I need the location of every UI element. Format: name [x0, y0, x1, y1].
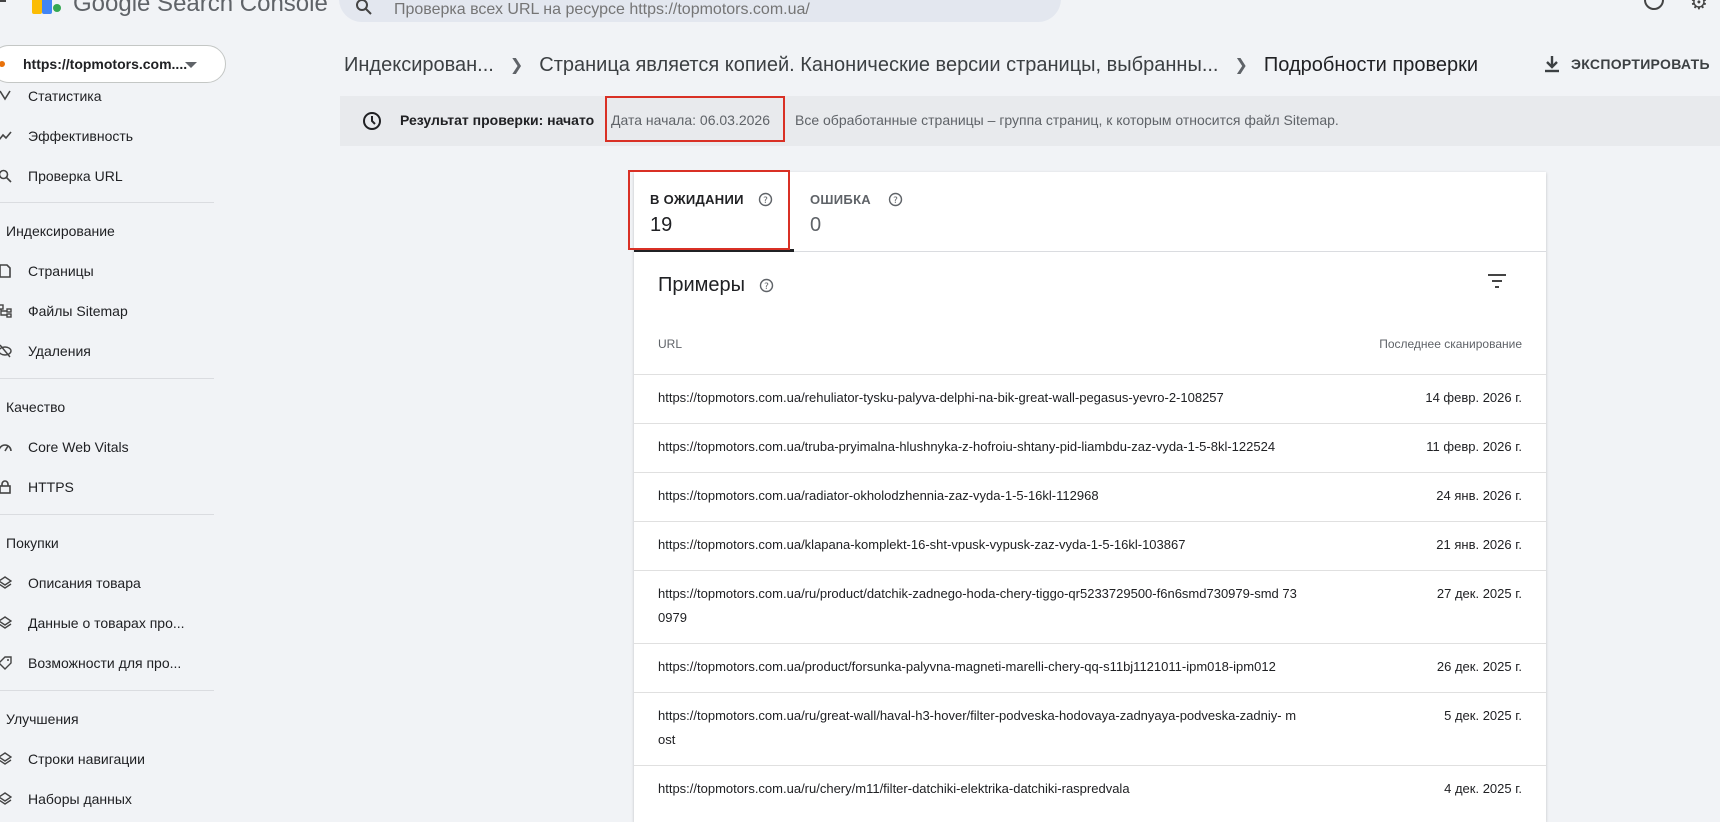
property-label: https://topmotors.com.... — [23, 56, 188, 72]
details-card: В ОЖИДАНИИ ? 19 ОШИБКА ? 0 Примеры ? URL… — [634, 172, 1546, 822]
top-bar: Google Search Console ⚙ — [0, 0, 1720, 30]
result-description: Все обработанные страницы – группа стран… — [795, 112, 1339, 128]
clock-icon — [363, 112, 381, 130]
examples-title: Примеры — [658, 274, 746, 296]
sitemap-icon — [0, 304, 12, 318]
breadcrumb: Индексирован... ❯ Страница является копи… — [344, 50, 1478, 80]
chevron-down-icon — [185, 62, 197, 68]
row-date: 14 февр. 2026 г. — [1425, 390, 1522, 405]
sidebar-divider — [0, 378, 214, 379]
sidebar-divider — [0, 514, 214, 515]
row-date: 26 дек. 2025 г. — [1436, 659, 1522, 674]
sidebar-item-stats[interactable]: Статистика — [0, 78, 228, 114]
row-url: https://topmotors.com.ua/radiator-okholo… — [658, 488, 1099, 503]
sidebar-item-url-inspection[interactable]: Проверка URL — [0, 158, 228, 194]
filter-icon[interactable] — [1486, 272, 1508, 290]
table-row[interactable]: https://topmotors.com.ua/ru/product/datc… — [634, 570, 1546, 643]
section-shopping: Покупки — [6, 535, 59, 551]
search-console-logo-icon — [32, 0, 61, 14]
table-row[interactable]: https://topmotors.com.ua/klapana-komplek… — [634, 521, 1546, 570]
search-bar[interactable] — [339, 0, 1061, 22]
sidebar-divider — [0, 690, 214, 691]
sidebar-item-performance[interactable]: Эффективность — [0, 118, 228, 154]
table-row[interactable]: https://topmotors.com.ua/ru/great-wall/h… — [634, 692, 1546, 765]
validation-result-bar: Результат проверки: начато Дата начала: … — [340, 96, 1720, 146]
row-date: 21 янв. 2026 г. — [1436, 537, 1522, 552]
section-indexing: Индексирование — [6, 223, 115, 239]
table-row[interactable]: https://topmotors.com.ua/product/forsunk… — [634, 643, 1546, 692]
url-inspection-input[interactable] — [394, 0, 1014, 22]
sidebar-item-breadcrumbs[interactable]: Строки навигации — [0, 741, 228, 777]
breadcrumb-issue[interactable]: Страница является копией. Канонические в… — [539, 54, 1218, 77]
layers-icon — [0, 576, 12, 589]
sidebar-item-datasets[interactable]: Наборы данных — [0, 781, 228, 817]
gauge-icon — [0, 444, 12, 452]
download-icon — [1545, 56, 1559, 73]
row-url: https://topmotors.com.ua/product/forsunk… — [658, 659, 1276, 674]
sidebar-item-product-snippets[interactable]: Описания товара — [0, 565, 228, 601]
property-favicon-icon — [0, 61, 5, 67]
svg-text:?: ? — [764, 282, 769, 292]
help-icon[interactable]: ? — [759, 278, 774, 293]
row-url: https://topmotors.com.ua/ru/product/datc… — [658, 586, 1297, 625]
sidebar-item-shopping-tab[interactable]: Возможности для про... — [0, 645, 228, 681]
highlight-box-pending-tab — [628, 170, 790, 250]
section-quality: Качество — [6, 399, 66, 415]
sidebar: https://topmotors.com.... Статистика Эфф… — [0, 30, 228, 808]
trending-icon — [0, 131, 12, 141]
examples-table: https://topmotors.com.ua/rehuliator-tysk… — [634, 374, 1546, 814]
search-icon — [356, 0, 372, 15]
sidebar-item-removals[interactable]: Удаления — [0, 333, 228, 369]
row-date: 11 февр. 2026 г. — [1426, 439, 1522, 454]
page-icon — [0, 264, 11, 278]
sidebar-divider — [0, 202, 214, 203]
chevron-right-icon: ❯ — [509, 57, 524, 74]
table-row[interactable]: https://topmotors.com.ua/ru/chery/m11/fi… — [634, 765, 1546, 814]
table-row[interactable]: https://topmotors.com.ua/truba-pryimalna… — [634, 423, 1546, 472]
sidebar-item-merchant-listings[interactable]: Данные о товарах про... — [0, 605, 228, 641]
result-title: Результат проверки: начато — [400, 112, 595, 128]
row-date: 4 дек. 2025 г. — [1444, 781, 1522, 796]
stats-icon — [0, 90, 11, 101]
row-url: https://topmotors.com.ua/truba-pryimalna… — [658, 439, 1276, 454]
sidebar-item-pages[interactable]: Страницы — [0, 253, 228, 289]
table-row[interactable]: https://topmotors.com.ua/radiator-okholo… — [634, 472, 1546, 521]
row-date: 24 янв. 2026 г. — [1436, 488, 1522, 503]
svg-text:?: ? — [893, 196, 898, 206]
tag-icon — [0, 656, 12, 670]
sidebar-item-core-web-vitals[interactable]: Core Web Vitals — [0, 429, 228, 465]
export-label: ЭКСПОРТИРОВАТЬ — [1571, 56, 1710, 72]
tab-error[interactable]: ОШИБКА ? 0 — [794, 172, 954, 252]
sidebar-item-https[interactable]: HTTPS — [0, 469, 228, 505]
table-row[interactable]: https://topmotors.com.ua/rehuliator-tysk… — [634, 374, 1546, 423]
settings-icon[interactable]: ⚙ — [1690, 0, 1708, 15]
search-icon — [0, 169, 12, 183]
menu-icon[interactable] — [0, 0, 6, 2]
layers-icon — [0, 792, 12, 805]
brand-title: Google Search Console — [73, 0, 328, 17]
row-date: 27 дек. 2025 г. — [1436, 586, 1522, 601]
help-icon[interactable] — [1644, 0, 1664, 10]
chevron-right-icon: ❯ — [1234, 57, 1248, 74]
layers-icon — [0, 616, 12, 629]
row-url: https://topmotors.com.ua/klapana-komplek… — [658, 537, 1186, 552]
breadcrumb-indexing[interactable]: Индексирован... — [344, 54, 494, 77]
row-url: https://topmotors.com.ua/rehuliator-tysk… — [658, 390, 1224, 405]
sidebar-item-sitemaps[interactable]: Файлы Sitemap — [0, 293, 228, 329]
row-url: https://topmotors.com.ua/ru/chery/m11/fi… — [658, 781, 1130, 796]
export-button[interactable]: ЭКСПОРТИРОВАТЬ — [1543, 50, 1710, 78]
help-icon[interactable]: ? — [888, 192, 903, 207]
column-header-url[interactable]: URL — [658, 337, 682, 351]
column-header-last-crawl[interactable]: Последнее сканирование — [1379, 337, 1522, 351]
row-url: https://topmotors.com.ua/ru/great-wall/h… — [658, 708, 1297, 747]
layers-icon — [0, 752, 12, 765]
eye-off-icon — [0, 344, 12, 358]
row-date: 5 дек. 2025 г. — [1444, 708, 1522, 723]
highlight-box-date — [605, 96, 785, 142]
breadcrumb-current: Подробности проверки — [1263, 53, 1479, 76]
section-enhancements: Улучшения — [6, 711, 79, 727]
lock-icon — [0, 480, 11, 494]
